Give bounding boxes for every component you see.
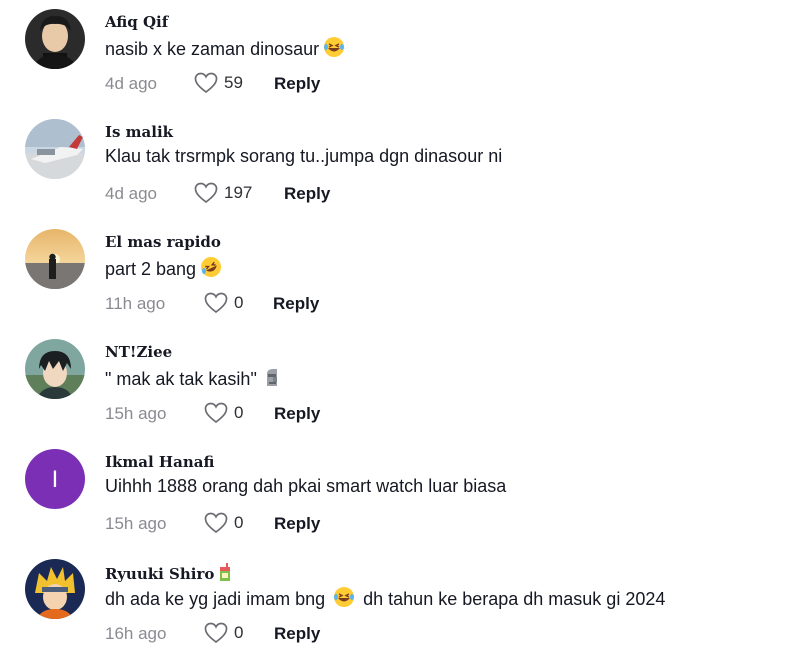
reply-button[interactable]: Reply (284, 184, 330, 204)
avatar[interactable] (25, 119, 85, 179)
username[interactable]: El mas rapido (105, 233, 221, 251)
username[interactable]: Ryuuki Shiro (105, 563, 232, 585)
comment-timestamp: 4d ago (105, 74, 157, 93)
comment-text: Klau tak trsrmpk sorang tu..jumpa dgn di… (105, 146, 502, 167)
comment-timestamp: 4d ago (105, 184, 157, 203)
heart-icon (204, 292, 228, 314)
reply-button[interactable]: Reply (274, 624, 320, 644)
comment-item: El mas rapido part 2 bang 11h ago 0 Repl… (0, 220, 801, 330)
comment-text-body: " mak ak tak kasih" (105, 369, 257, 389)
comment-text: " mak ak tak kasih" (105, 366, 283, 393)
comment-timestamp: 16h ago (105, 624, 167, 643)
comment-text-body: part 2 bang (105, 259, 197, 279)
like-button[interactable]: 197 (194, 180, 252, 206)
avatar[interactable] (25, 229, 85, 289)
avatar-initial: I (52, 466, 59, 493)
comment-item: I Ikmal Hanafi Uihhh 1888 orang dah pkai… (0, 440, 801, 550)
laughing-tears-emoji-icon (323, 36, 345, 63)
like-count: 197 (224, 183, 253, 202)
avatar[interactable]: I (25, 449, 85, 509)
comment-text-body: Uihhh 1888 orang dah pkai smart watch lu… (105, 476, 507, 496)
heart-icon (194, 182, 218, 204)
reply-button[interactable]: Reply (273, 294, 319, 314)
comment-text-body: nasib x ke zaman dinosaur (105, 39, 320, 59)
like-count: 0 (234, 513, 244, 532)
avatar[interactable] (25, 559, 85, 619)
like-count: 0 (234, 623, 244, 642)
like-count: 0 (234, 403, 244, 422)
comment-text: nasib x ke zaman dinosaur (105, 36, 345, 63)
moai-emoji-icon (261, 366, 283, 393)
comment-timestamp: 15h ago (105, 514, 167, 533)
comment-item: Ryuuki Shiro dh ada ke yg jadi imam bng … (0, 550, 801, 660)
like-button[interactable]: 59 (194, 70, 243, 96)
like-count: 59 (224, 73, 243, 92)
avatar[interactable] (25, 9, 85, 69)
reply-button[interactable]: Reply (274, 404, 320, 424)
heart-icon (204, 402, 228, 424)
username[interactable]: NT!Ziee (105, 343, 172, 361)
comment-item: Afiq Qif nasib x ke zaman dinosaur 4d ag… (0, 0, 801, 110)
username-text: Ryuuki Shiro (105, 565, 215, 583)
juice-box-emoji-icon (218, 563, 232, 585)
comment-text: part 2 bang (105, 256, 222, 283)
reply-button[interactable]: Reply (274, 74, 320, 94)
like-button[interactable]: 0 (204, 620, 243, 646)
avatar[interactable] (25, 339, 85, 399)
reply-button[interactable]: Reply (274, 514, 320, 534)
heart-icon (204, 512, 228, 534)
comment-item: Is malik Klau tak trsrmpk sorang tu..jum… (0, 110, 801, 220)
like-button[interactable]: 0 (204, 290, 243, 316)
laughing-tears-emoji-icon (333, 586, 355, 613)
username[interactable]: Ikmal Hanafi (105, 453, 214, 471)
heart-icon (204, 622, 228, 644)
heart-icon (194, 72, 218, 94)
rofl-emoji-icon (200, 256, 222, 283)
comment-text: dh ada ke yg jadi imam bng dh tahun ke b… (105, 586, 665, 613)
username[interactable]: Afiq Qif (105, 13, 168, 31)
comment-text: Uihhh 1888 orang dah pkai smart watch lu… (105, 476, 506, 497)
comment-timestamp: 15h ago (105, 404, 167, 423)
like-button[interactable]: 0 (204, 510, 243, 536)
like-button[interactable]: 0 (204, 400, 243, 426)
comment-item: NT!Ziee " mak ak tak kasih" 15h ago 0 Re… (0, 330, 801, 440)
comment-text-body: dh ada ke yg jadi imam bng (105, 589, 326, 609)
comment-text-continuation: dh tahun ke berapa dh masuk gi 2024 (363, 589, 666, 609)
comment-timestamp: 11h ago (105, 294, 166, 313)
username[interactable]: Is malik (105, 123, 173, 141)
comment-text-body: Klau tak trsrmpk sorang tu..jumpa dgn di… (105, 146, 503, 166)
like-count: 0 (234, 293, 244, 312)
